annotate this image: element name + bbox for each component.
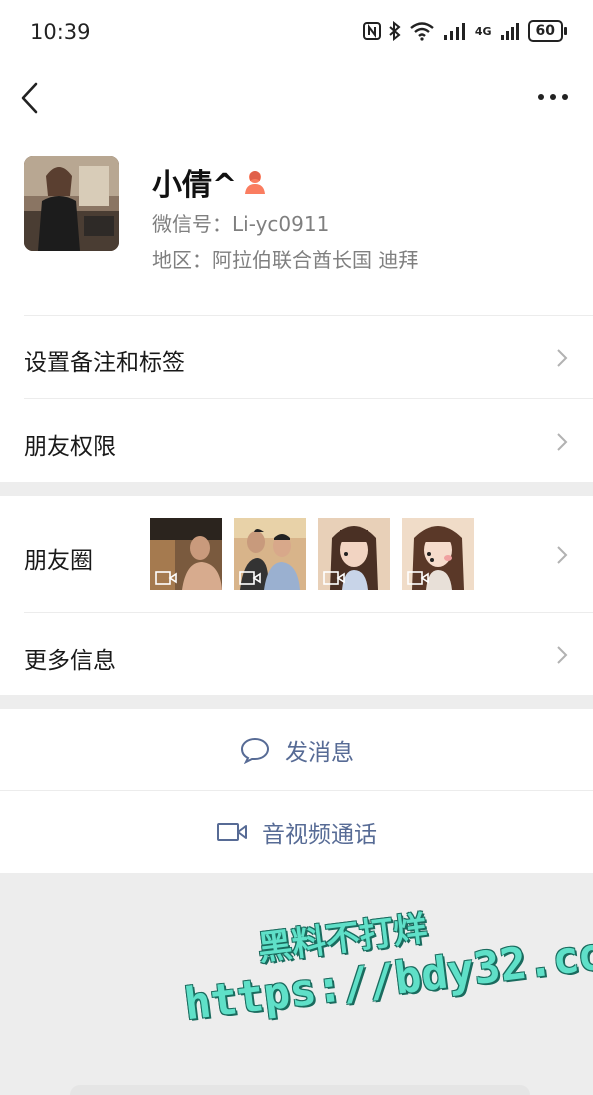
send-message-content: 发消息 (239, 733, 354, 767)
bottom-shape (70, 1085, 530, 1095)
bluetooth-icon (389, 21, 401, 41)
friend-permissions-label: 朋友权限 (24, 434, 116, 460)
signal-icon (443, 23, 465, 40)
friend-permissions-row[interactable]: 朋友权限 (0, 399, 593, 482)
network-type-label: 4G (474, 24, 492, 38)
video-call-label: 音视频通话 (262, 822, 377, 848)
section-gap (0, 482, 593, 496)
more-icon[interactable] (535, 82, 571, 112)
chevron-right-icon (557, 546, 568, 564)
nfc-icon (362, 22, 381, 40)
profile-name: 小倩^ (152, 168, 238, 203)
moments-row[interactable]: 朋友圈 (0, 496, 593, 613)
chevron-right-icon (557, 349, 568, 367)
moments-photo[interactable] (318, 518, 390, 590)
video-icon (323, 571, 345, 585)
remark-tags-row[interactable]: 设置备注和标签 (0, 316, 593, 399)
watermark: 黑料不打烊 https://bdy32.co (175, 880, 593, 1031)
video-camera-icon (217, 823, 247, 841)
nav-bar (0, 68, 593, 128)
wifi-icon (410, 22, 434, 41)
female-user-icon (245, 171, 266, 194)
moments-photos (150, 518, 474, 590)
video-call-content: 音视频通话 (216, 815, 377, 849)
moments-photo[interactable] (150, 518, 222, 590)
signal-icon-2 (500, 23, 519, 40)
back-icon[interactable] (14, 78, 48, 118)
wechat-id: 微信号：Li-yc0911 (152, 212, 330, 236)
video-icon (407, 571, 429, 585)
more-info-row[interactable]: 更多信息 (0, 613, 593, 695)
chevron-right-icon (557, 433, 568, 451)
battery-indicator: 60 (527, 20, 568, 42)
moments-photo[interactable] (234, 518, 306, 590)
more-info-label: 更多信息 (24, 648, 116, 674)
video-icon (239, 571, 261, 585)
video-call-button[interactable]: 音视频通话 (0, 791, 593, 873)
moments-label: 朋友圈 (24, 548, 93, 574)
video-icon (155, 571, 177, 585)
status-icons: 4G 60 (362, 20, 568, 42)
region: 地区：阿拉伯联合酋长国 迪拜 (152, 248, 419, 272)
send-message-button[interactable]: 发消息 (0, 709, 593, 791)
chat-bubble-icon (240, 737, 270, 764)
section-gap (0, 695, 593, 709)
send-message-label: 发消息 (285, 740, 354, 766)
remark-tags-label: 设置备注和标签 (24, 350, 185, 376)
avatar[interactable] (24, 156, 119, 251)
profile-card: 小倩^ 微信号：Li-yc0911 地区：阿拉伯联合酋长国 迪拜 (0, 128, 593, 316)
chevron-right-icon (557, 646, 568, 664)
moments-photo[interactable] (402, 518, 474, 590)
name-row: 小倩^ (152, 160, 267, 204)
status-bar: 10:39 4G 60 (0, 0, 593, 68)
status-time: 10:39 (30, 20, 91, 44)
